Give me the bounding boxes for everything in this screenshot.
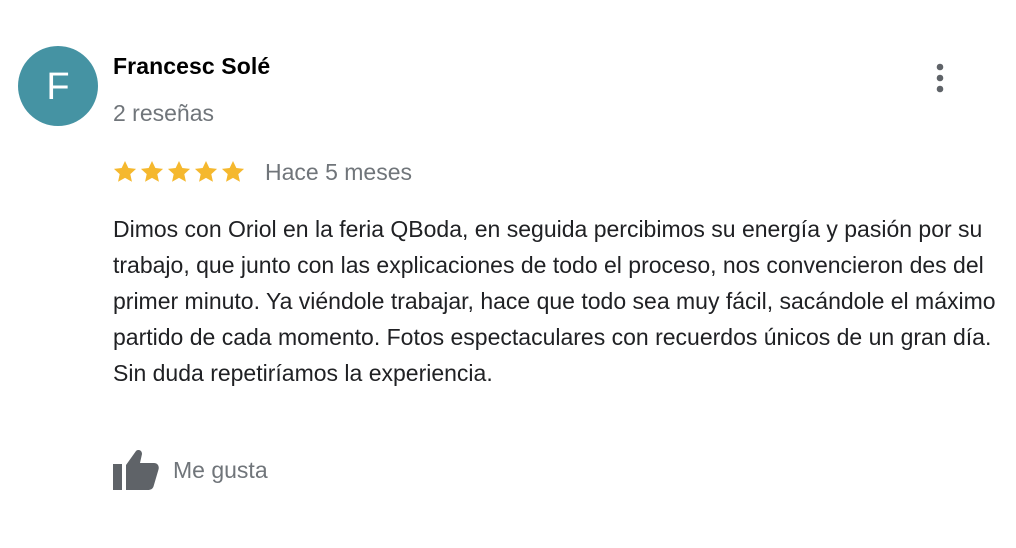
review-card: F Francesc Solé 2 reseñas Hace 5 meses D…	[0, 0, 1016, 548]
more-vert-icon	[936, 63, 944, 93]
avatar-letter: F	[46, 66, 70, 108]
like-label: Me gusta	[173, 456, 268, 483]
thumb-up-icon	[113, 450, 159, 490]
like-button[interactable]: Me gusta	[112, 448, 268, 492]
rating-row: Hace 5 meses	[112, 156, 412, 188]
star-icon	[221, 160, 245, 182]
star-icon	[194, 160, 218, 182]
star-icon	[167, 160, 191, 182]
author-name[interactable]: Francesc Solé	[113, 53, 270, 80]
star-icon	[113, 160, 137, 182]
more-options-button[interactable]	[920, 58, 960, 98]
review-count: 2 reseñas	[113, 100, 215, 126]
avatar[interactable]: F	[18, 46, 98, 126]
review-date: Hace 5 meses	[265, 158, 413, 185]
star-rating	[112, 159, 246, 185]
review-text: Dimos con Oriol en la feria QBoda, en se…	[113, 216, 996, 386]
star-icon	[140, 160, 164, 182]
